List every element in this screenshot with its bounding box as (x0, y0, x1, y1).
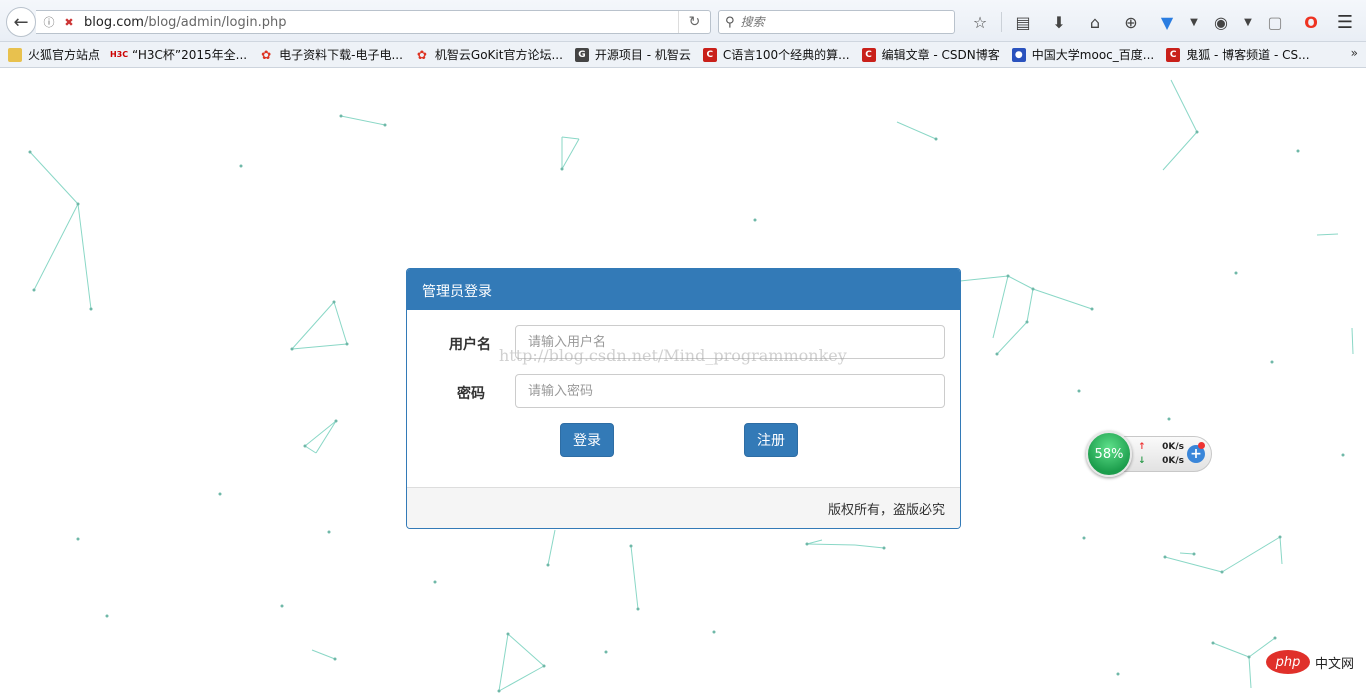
reload-icon[interactable]: ↻ (678, 11, 710, 33)
target-icon[interactable]: ⊕ (1113, 9, 1149, 35)
insecure-lock-icon[interactable]: ✖ (62, 15, 76, 29)
network-speed-widget[interactable]: 58% ↑ 0K/s ↓ 0K/s + (1086, 431, 1212, 477)
php-logo: php (1266, 650, 1310, 674)
csdn-icon: C (702, 47, 717, 62)
bookmark-label: 编辑文章 - CSDN博客 (881, 48, 1000, 62)
login-panel: 管理员登录 用户名 http://blog.csdn.net/Mind_prog… (406, 268, 961, 529)
bookmark-item[interactable]: ✿ 电子资料下载-电子电... (259, 46, 403, 63)
panel-footer: 版权所有，盗版必究 (407, 487, 960, 528)
chevron-down-icon[interactable]: ▼ (1185, 9, 1203, 35)
chevron-down-icon[interactable]: ▼ (1239, 9, 1257, 35)
site-name: 中文网 (1315, 656, 1355, 672)
toolbar-separator (1001, 12, 1002, 32)
password-input[interactable] (515, 374, 945, 408)
opera-icon[interactable]: O (1293, 9, 1329, 35)
bookmark-label: 火狐官方站点 (28, 48, 101, 62)
bookmark-item[interactable]: C 编辑文章 - CSDN博客 (861, 46, 1000, 63)
more-bookmarks-icon[interactable]: » (1351, 46, 1358, 60)
home-icon[interactable]: ⌂ (1077, 9, 1113, 35)
page-content: 管理员登录 用户名 http://blog.csdn.net/Mind_prog… (0, 68, 1366, 694)
download-icon[interactable]: ⬇ (1041, 9, 1077, 35)
folder-icon (8, 47, 22, 62)
url-path: /blog/admin/login.php (143, 14, 287, 30)
bookmark-item[interactable]: ✿ 机智云GoKit官方论坛... (415, 46, 563, 63)
bookmark-label: 机智云GoKit官方论坛... (434, 48, 563, 62)
up-arrow-icon: ↑ (1138, 442, 1146, 452)
down-arrow-icon: ↓ (1138, 456, 1146, 466)
extension-icon[interactable]: ▢ (1257, 9, 1293, 35)
toolbar-icons: ☆ ▤ ⬇ ⌂ ⊕ ▼ ▼ ◉ ▼ ▢ O (962, 9, 1329, 35)
memory-percent[interactable]: 58% (1086, 431, 1132, 477)
site-watermark: php 中文网 (1266, 650, 1354, 674)
info-icon[interactable]: ⓘ (42, 15, 56, 29)
fire-icon: ✿ (416, 47, 427, 62)
bookmark-item[interactable]: G 开源项目 - 机智云 (574, 46, 691, 63)
username-label: 用户名 (449, 337, 491, 353)
back-arrow-icon[interactable]: ← (6, 7, 36, 37)
download-manager-icon[interactable]: ▼ (1149, 9, 1185, 35)
bookmark-item[interactable]: C C语言100个经典的算... (702, 46, 850, 63)
password-label: 密码 (457, 386, 485, 402)
bookmark-label: “H3C杯”2015年全... (132, 48, 248, 62)
baidu-paw-icon: ● (1011, 47, 1026, 62)
fire-icon: ✿ (261, 47, 272, 62)
bookmark-item[interactable]: ● 中国大学mooc_百度... (1011, 46, 1155, 63)
gitee-icon: G (574, 47, 589, 62)
panel-title: 管理员登录 (407, 269, 960, 310)
search-bar[interactable]: ⚲ (718, 10, 955, 34)
bookmark-label: 电子资料下载-电子电... (279, 48, 403, 62)
username-input[interactable] (515, 325, 945, 359)
csdn-icon: C (861, 47, 876, 62)
login-form: 用户名 http://blog.csdn.net/Mind_programmon… (407, 310, 960, 487)
search-icon: ⚲ (725, 14, 735, 30)
star-icon[interactable]: ☆ (962, 9, 998, 35)
hamburger-menu-icon[interactable]: ☰ (1332, 9, 1358, 35)
bookmark-label: 开源项目 - 机智云 (594, 48, 691, 62)
bookmark-item[interactable]: 火狐官方站点 (8, 46, 100, 63)
notification-dot (1198, 442, 1205, 449)
register-button[interactable]: 注册 (744, 423, 798, 457)
url-text[interactable]: blog.com/blog/admin/login.php (84, 15, 286, 30)
bookmark-label: 中国大学mooc_百度... (1031, 48, 1155, 62)
eye-icon[interactable]: ◉ (1203, 9, 1239, 35)
bookmark-label: 鬼狐 - 博客频道 - CS... (1186, 48, 1310, 62)
login-button[interactable]: 登录 (560, 423, 614, 457)
bookmark-item[interactable]: H3C “H3C杯”2015年全... (109, 46, 248, 63)
clipboard-icon[interactable]: ▤ (1005, 9, 1041, 35)
download-value: 0K/s (1162, 456, 1184, 466)
bookmarks-bar: 火狐官方站点 H3C “H3C杯”2015年全... ✿ 电子资料下载-电子电...… (0, 42, 1366, 68)
url-host: blog.com (84, 14, 144, 30)
h3c-icon: H3C (109, 50, 129, 59)
upload-value: 0K/s (1162, 442, 1184, 452)
csdn-icon: C (1166, 47, 1181, 62)
bookmark-item[interactable]: C 鬼狐 - 博客频道 - CS... (1166, 46, 1310, 63)
browser-toolbar: ← ⓘ ✖ blog.com/blog/admin/login.php ↻ ⚲ … (0, 0, 1366, 42)
search-input[interactable] (740, 15, 941, 29)
bookmark-label: C语言100个经典的算... (722, 48, 850, 62)
url-bar[interactable]: ⓘ ✖ blog.com/blog/admin/login.php ↻ (36, 10, 711, 34)
